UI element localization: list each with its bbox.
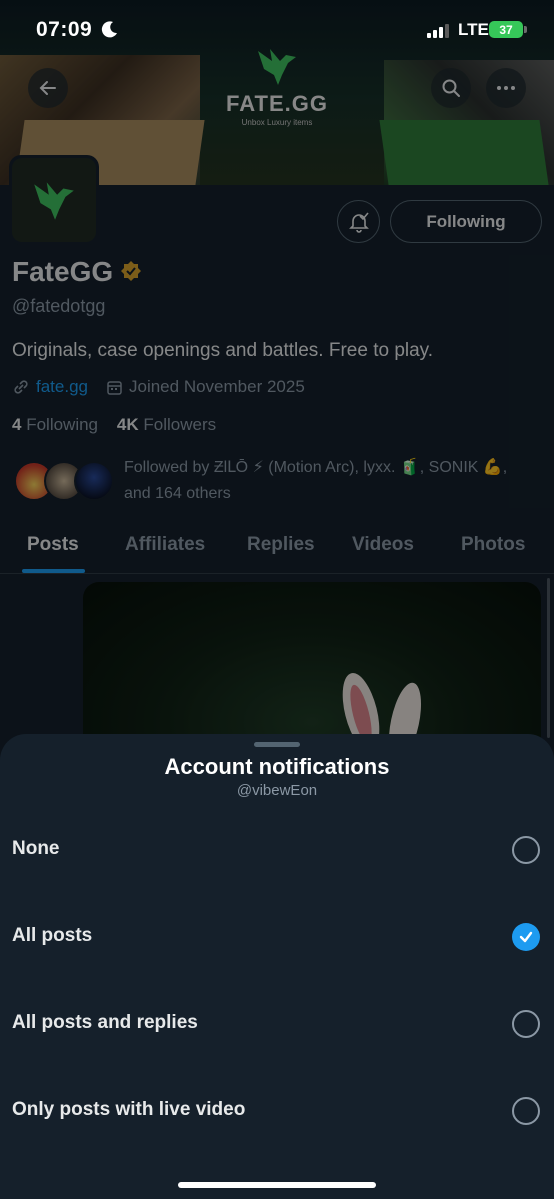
option-live-video-only[interactable]: Only posts with live video	[0, 1081, 554, 1141]
signal-icon	[427, 24, 449, 38]
sheet-grabber[interactable]	[254, 742, 300, 747]
moon-icon	[101, 21, 117, 38]
home-indicator[interactable]	[178, 1182, 376, 1188]
option-none[interactable]: None	[0, 820, 554, 880]
sheet-subtitle: @vibewEon	[236, 782, 318, 799]
radio-button-checked[interactable]	[512, 923, 540, 951]
option-label: All posts and replies	[12, 1012, 198, 1033]
checkmark-icon	[519, 931, 533, 943]
status-time: 07:09	[36, 18, 93, 41]
radio-button[interactable]	[512, 836, 540, 864]
option-label: None	[12, 838, 60, 859]
radio-button[interactable]	[512, 1097, 540, 1125]
battery-icon: 37	[489, 21, 527, 38]
radio-button[interactable]	[512, 1010, 540, 1038]
option-all-posts[interactable]: All posts	[0, 907, 554, 967]
sheet-title: Account notifications	[164, 754, 390, 779]
option-label: All posts	[12, 925, 93, 946]
option-label: Only posts with live video	[12, 1099, 246, 1120]
account-notifications-sheet: Account notifications @vibewEon None All…	[0, 734, 554, 1199]
network-type: LTE	[458, 20, 489, 39]
profile-screen: FATE.GG Unbox Luxury items 07:09 LTE 37 …	[0, 0, 554, 1199]
battery-level: 37	[499, 22, 513, 37]
status-bar: 07:09 LTE 37	[0, 0, 554, 60]
option-all-posts-and-replies[interactable]: All posts and replies	[0, 994, 554, 1054]
